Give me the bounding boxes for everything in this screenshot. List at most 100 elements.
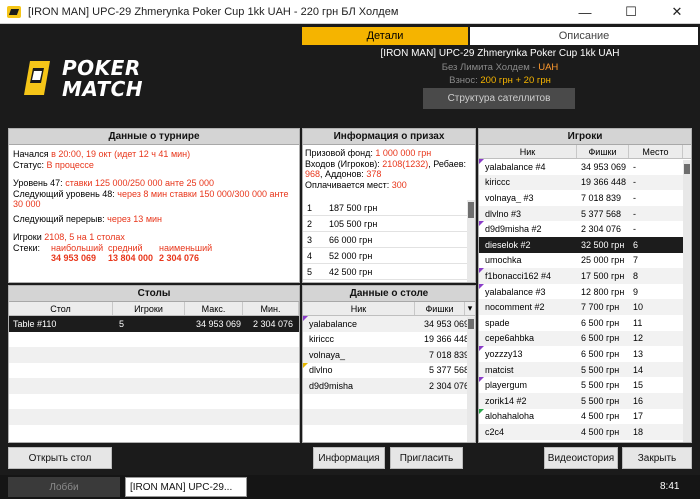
player-place: 13	[633, 348, 644, 359]
window-title: [IRON MAN] UPC-29 Zhmerynka Poker Cup 1k…	[28, 5, 399, 18]
player-row[interactable]: cepe6ahbka 6 500 грн 12	[479, 330, 691, 347]
player-chips: 34 953 069	[581, 161, 627, 172]
seat-nick: volnaya_	[309, 349, 346, 360]
table-data-columns: Ник Фишки ▾	[303, 302, 475, 316]
pokermatch-logo-icon	[24, 61, 50, 95]
player-nick: alohahaloha	[485, 411, 535, 422]
col-seat-nick[interactable]: Ник	[303, 302, 415, 315]
tournament-data-panel: Данные о турнире Начался в 20:00, 19 окт…	[8, 128, 300, 283]
col-seat-chips[interactable]: Фишки	[415, 302, 465, 315]
prize-row: 2 105 500 грн	[303, 216, 469, 232]
tournament-window-tab[interactable]: [IRON MAN] UPC-29...	[125, 477, 247, 497]
pokermatch-app-icon	[7, 5, 21, 18]
col-players[interactable]: Игроки	[113, 302, 185, 315]
player-row[interactable]: kiriccc 19 366 448-	[479, 174, 691, 191]
player-row[interactable]: alohahaloha 4 500 грн 17	[479, 408, 691, 425]
player-chips: 5 500 грн	[581, 395, 620, 406]
player-place: 15	[633, 380, 644, 391]
player-row-selected[interactable]: dieselok #2 32 500 грн 6	[479, 236, 691, 253]
seat-row-empty	[303, 394, 475, 410]
player-row[interactable]: yozzzy13 6 500 грн 13	[479, 346, 691, 362]
player-row[interactable]: f1bonacci162 #4 17 500 грн 8	[479, 268, 691, 284]
col-nick[interactable]: Ник	[479, 145, 577, 158]
status-line: Статус: В процессе	[13, 160, 295, 171]
started-label: Начался	[13, 149, 52, 159]
close-button[interactable]: Закрыть	[622, 447, 692, 469]
tables-panel: Столы Стол Игроки Макс. Мин. Table #110 …	[8, 285, 300, 443]
seat-row[interactable]: dlvlno 5 377 568	[303, 362, 475, 379]
buy-in: Взнос: 200 грн + 20 грн	[302, 75, 698, 86]
table-row[interactable]: Table #110 5 34 953 069 2 304 076	[9, 316, 299, 332]
prize-row: 4 52 000 грн	[303, 248, 469, 264]
player-row[interactable]: yalabalance #3 12 800 грн 9	[479, 283, 691, 300]
hand-history-button[interactable]: Видеоистория	[544, 447, 618, 469]
players-label: Игроки	[13, 232, 45, 242]
player-row[interactable]: nocomment #2 7 700 грн 10	[479, 299, 691, 315]
window-close-button[interactable]: ✕	[654, 0, 700, 24]
entries-line: Входов (Игроков): 2108(1232), Ребаев:	[305, 159, 473, 170]
player-chips: 5 500 грн	[581, 380, 620, 391]
player-row[interactable]: dlvlno #3 5 377 568-	[479, 205, 691, 222]
table-data-scrollbar[interactable]	[467, 317, 475, 442]
satellite-structure-button[interactable]: Структура сателлитов	[423, 88, 575, 109]
seat-row[interactable]: d9d9misha 2 304 076	[303, 378, 475, 394]
player-row[interactable]: playergum 5 500 грн 15	[479, 377, 691, 393]
players-scrollbar[interactable]	[683, 160, 691, 442]
prize-list-scrollbar[interactable]	[467, 200, 475, 282]
seat-row[interactable]: volnaya_ 7 018 839	[303, 347, 475, 363]
player-chips: 7 700 грн	[581, 302, 620, 313]
player-nick: playergum	[485, 380, 528, 391]
rebuys-label: , Ребаев:	[428, 158, 467, 169]
col-place[interactable]: Место	[629, 145, 683, 158]
prize-row: 3 66 000 грн	[303, 232, 469, 248]
player-chips: 17 500 грн	[581, 270, 625, 281]
sort-desc-icon[interactable]: ▾	[465, 302, 475, 315]
prize-list-scroll-thumb[interactable]	[468, 202, 474, 218]
invite-button[interactable]: Пригласить	[390, 447, 463, 469]
seat-row[interactable]: yalabalance 34 953 069	[303, 316, 475, 332]
clock: 8:41	[660, 481, 680, 492]
tab-description[interactable]: Описание	[470, 27, 698, 45]
player-row[interactable]: c2c4 4 500 грн 18	[479, 424, 691, 440]
player-place: -	[633, 161, 636, 172]
player-row[interactable]: zorik14 #2 5 500 грн 16	[479, 392, 691, 409]
info-button[interactable]: Информация	[313, 447, 385, 469]
player-row[interactable]: spade 6 500 грн 11	[479, 315, 691, 331]
player-nick: yalabalance #4	[485, 161, 546, 172]
player-place: 6	[633, 239, 639, 250]
player-place: 18	[633, 426, 644, 437]
table-min: 2 304 076	[252, 318, 293, 329]
seat-chips: 5 377 568	[428, 365, 469, 376]
player-row[interactable]: yalabalance #4 34 953 069-	[479, 159, 691, 175]
player-place: 7	[633, 255, 639, 266]
player-place: 9	[633, 286, 639, 297]
player-chips: 25 000 грн	[581, 255, 625, 266]
player-row[interactable]: volnaya_ #3 7 018 839-	[479, 190, 691, 206]
table-row-empty	[9, 363, 299, 379]
table-data-scroll-thumb[interactable]	[468, 319, 474, 329]
col-table[interactable]: Стол	[9, 302, 113, 315]
prize-amount: 105 500 грн	[329, 218, 378, 229]
table-row-empty	[9, 394, 299, 410]
minimize-button[interactable]: —	[562, 0, 608, 24]
players-scroll-thumb[interactable]	[684, 164, 690, 174]
prize-fund-label: Призовой фонд:	[305, 148, 376, 158]
col-min[interactable]: Мин.	[243, 302, 299, 315]
tab-details[interactable]: Детали	[302, 27, 468, 45]
col-max[interactable]: Макс.	[185, 302, 243, 315]
player-row[interactable]: umochka 25 000 грн 7	[479, 253, 691, 269]
stack-smallest-label: наименьший	[159, 242, 213, 253]
col-chips[interactable]: Фишки	[577, 145, 629, 158]
table-players: 5	[119, 318, 125, 329]
maximize-button[interactable]: ☐	[608, 0, 654, 24]
table-row-empty	[9, 378, 299, 394]
level-value: ставки 125 000/250 000 анте 25 000	[65, 178, 215, 188]
table-data-panel: Данные о столе Ник Фишки ▾ yalabalance 34…	[302, 285, 476, 443]
player-place: 14	[633, 364, 644, 375]
seat-row[interactable]: kiriccc 19 366 448	[303, 332, 475, 348]
player-row[interactable]: d9d9misha #2 2 304 076-	[479, 221, 691, 237]
lobby-button[interactable]: Лобби	[8, 477, 120, 497]
player-row[interactable]: matcist 5 500 грн 14	[479, 361, 691, 378]
player-place: 16	[633, 395, 644, 406]
open-table-button[interactable]: Открыть стол	[8, 447, 112, 469]
